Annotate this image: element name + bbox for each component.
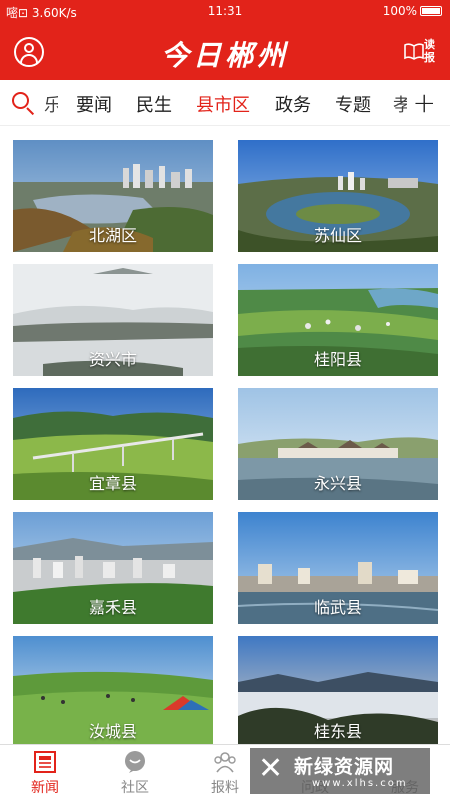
county-card-suxian[interactable]: 苏仙区 xyxy=(238,140,438,252)
watermark-url: www.xlhs.com xyxy=(312,778,408,789)
nav-news[interactable]: 新闻 xyxy=(0,745,90,800)
tab-yaowen[interactable]: 要闻 xyxy=(76,91,112,117)
read-paper-label: 读报 xyxy=(424,38,435,64)
county-card-zixing[interactable]: 资兴市 xyxy=(13,264,213,376)
add-channel-button[interactable]: + xyxy=(413,86,436,119)
county-card-yizhang[interactable]: 宜章县 xyxy=(13,388,213,500)
county-grid: 北湖区 苏仙区 资兴市 桂阳县 宜章县 永兴县 嘉禾县 临武县 汝城县 桂东县 xyxy=(0,126,450,744)
county-card-yongxing[interactable]: 永兴县 xyxy=(238,388,438,500)
tab-clipped-left[interactable]: 乐 xyxy=(44,91,58,117)
county-name: 苏仙区 xyxy=(313,226,362,245)
app-header: 今日郴州 读报 xyxy=(0,24,450,80)
county-name: 桂阳县 xyxy=(313,350,362,369)
nav-label: 新闻 xyxy=(31,780,59,796)
status-bar: 嘧⊡ 3.60K/s 11:31 100% xyxy=(0,0,450,24)
watermark-logo-icon: ✕ xyxy=(258,751,284,786)
nav-community[interactable]: 社区 xyxy=(90,745,180,800)
book-icon xyxy=(404,43,424,60)
search-icon[interactable] xyxy=(12,92,35,116)
watermark: ✕ 新绿资源网 www.xlhs.com xyxy=(250,748,430,794)
watermark-title: 新绿资源网 xyxy=(294,756,395,778)
battery-icon xyxy=(420,6,442,16)
county-name: 临武县 xyxy=(313,598,362,617)
battery-status: 100% xyxy=(383,4,442,18)
county-card-jiahe[interactable]: 嘉禾县 xyxy=(13,512,213,624)
tab-xianshiqu[interactable]: 县市区 xyxy=(196,91,250,117)
county-card-guiyang[interactable]: 桂阳县 xyxy=(238,264,438,376)
county-card-beihu[interactable]: 北湖区 xyxy=(13,140,213,252)
nav-label: 社区 xyxy=(121,780,149,796)
county-name: 北湖区 xyxy=(88,226,137,245)
channel-tabs: 乐 要闻 民生 县市区 政务 专题 孝 + xyxy=(0,80,450,126)
county-card-rucheng[interactable]: 汝城县 xyxy=(13,636,213,744)
chat-bubble-icon xyxy=(125,751,145,773)
tab-zhuanti[interactable]: 专题 xyxy=(335,91,371,117)
tab-minsheng[interactable]: 民生 xyxy=(136,91,172,117)
tab-zhengwu[interactable]: 政务 xyxy=(275,91,311,117)
tab-clipped-right[interactable]: 孝 xyxy=(393,91,407,117)
county-name: 资兴市 xyxy=(88,350,137,369)
county-card-linwu[interactable]: 临武县 xyxy=(238,512,438,624)
newspaper-icon xyxy=(34,751,56,773)
people-icon xyxy=(214,752,236,773)
app-logo: 今日郴州 xyxy=(160,39,289,72)
county-name: 嘉禾县 xyxy=(88,598,137,617)
county-name: 汝城县 xyxy=(88,722,137,741)
county-name: 桂东县 xyxy=(313,722,362,741)
read-paper-button[interactable]: 读报 xyxy=(402,36,442,68)
county-card-guidong[interactable]: 桂东县 xyxy=(238,636,438,744)
county-name: 宜章县 xyxy=(88,474,137,493)
county-name: 永兴县 xyxy=(313,474,362,493)
